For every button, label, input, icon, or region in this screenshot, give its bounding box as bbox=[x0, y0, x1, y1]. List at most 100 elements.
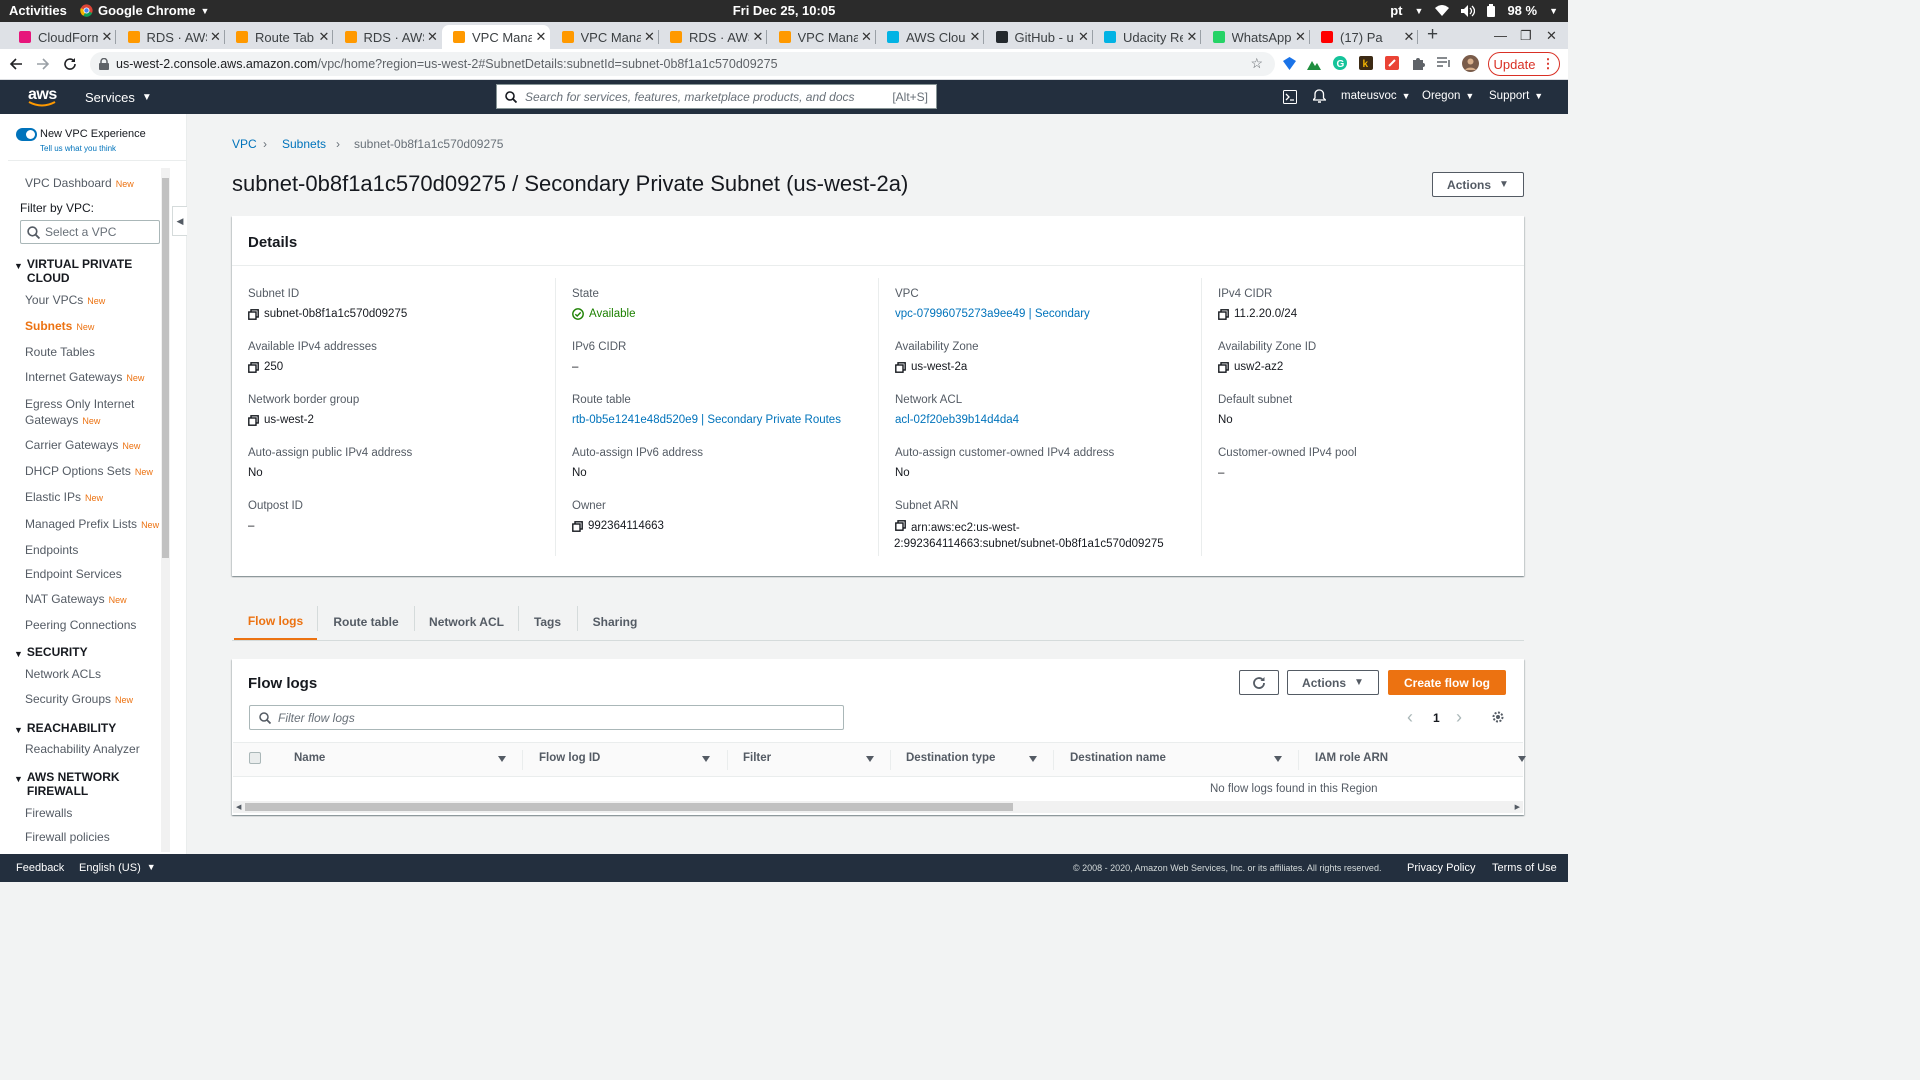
sidebar-item-endpoint-services[interactable]: Endpoint Services bbox=[25, 567, 122, 581]
close-tab-icon[interactable]: ✕ bbox=[424, 29, 442, 45]
gear-icon[interactable] bbox=[1491, 710, 1505, 724]
breadcrumb-vpc[interactable]: VPC bbox=[232, 137, 257, 151]
browser-tab[interactable]: VPC Mana ✕ bbox=[551, 25, 659, 49]
copy-icon[interactable] bbox=[248, 414, 259, 426]
browser-tab[interactable]: AWS Cloud✕ bbox=[876, 25, 984, 49]
grammarly-icon[interactable]: G bbox=[1333, 56, 1347, 70]
next-page-icon[interactable]: › bbox=[1456, 707, 1462, 728]
copy-icon[interactable] bbox=[572, 520, 583, 532]
sidebar-item-endpoints[interactable]: Endpoints bbox=[25, 543, 78, 557]
console-search-input[interactable]: Search for services, features, marketpla… bbox=[496, 84, 937, 109]
section-security[interactable]: ▼ SECURITY bbox=[14, 645, 88, 661]
prev-page-icon[interactable]: ‹ bbox=[1407, 707, 1413, 728]
section-aws-network-firewall[interactable]: ▼ AWS NETWORK FIREWALL bbox=[14, 770, 144, 798]
sidebar-item-route-tables[interactable]: Route Tables bbox=[25, 345, 95, 359]
scroll-left-icon[interactable]: ◀ bbox=[236, 803, 241, 811]
column-header[interactable]: Destination name bbox=[1070, 752, 1166, 764]
profile-avatar[interactable] bbox=[1462, 55, 1479, 72]
services-menu[interactable]: Services ▼ bbox=[85, 90, 152, 105]
feedback-link[interactable]: Tell us what you think bbox=[40, 144, 116, 153]
flow-logs-actions-button[interactable]: Actions ▼ bbox=[1287, 670, 1379, 695]
column-header[interactable]: Name bbox=[294, 752, 325, 764]
actions-button[interactable]: Actions ▼ bbox=[1432, 172, 1524, 197]
close-tab-icon[interactable]: ✕ bbox=[1075, 29, 1093, 45]
sidebar-item-your-vpcs[interactable]: Your VPCs New bbox=[25, 293, 105, 307]
new-tab-button[interactable]: + bbox=[1427, 24, 1438, 46]
reading-list-icon[interactable] bbox=[1437, 57, 1451, 69]
browser-tab[interactable]: GitHub - u ✕ bbox=[985, 25, 1093, 49]
browser-tab[interactable]: VPC Mana ✕ bbox=[768, 25, 876, 49]
browser-tab[interactable]: VPC Mana ✕ bbox=[442, 25, 550, 49]
notifications-bell-icon[interactable] bbox=[1313, 89, 1326, 104]
new-experience-toggle[interactable] bbox=[16, 128, 37, 141]
back-icon[interactable] bbox=[9, 57, 23, 71]
column-header[interactable]: Flow log ID bbox=[539, 752, 600, 764]
privacy-policy-link[interactable]: Privacy Policy bbox=[1407, 862, 1475, 874]
sidebar-item-vpc-dashboard[interactable]: VPC Dashboard New bbox=[25, 176, 134, 190]
close-window-icon[interactable]: ✕ bbox=[1546, 28, 1557, 44]
sort-icon[interactable] bbox=[1029, 756, 1037, 762]
activities-button[interactable]: Activities bbox=[9, 3, 67, 18]
browser-tab[interactable]: RDS · AWS✕ bbox=[334, 25, 442, 49]
browser-tab[interactable]: Route Tab ✕ bbox=[225, 25, 333, 49]
section-reachability[interactable]: ▼ REACHABILITY bbox=[14, 721, 116, 737]
vpc-value[interactable]: vpc-07996075273a9ee49 | Secondary bbox=[895, 308, 1090, 320]
sidebar-item-firewall-policies[interactable]: Firewall policies bbox=[25, 830, 110, 844]
cloudshell-icon[interactable] bbox=[1283, 90, 1297, 104]
tab-route-table[interactable]: Route table bbox=[318, 603, 414, 641]
filter-flow-logs-input[interactable]: Filter flow logs bbox=[249, 705, 844, 730]
browser-tab[interactable]: WhatsApp ✕ bbox=[1202, 25, 1310, 49]
sidebar-item-security-groups[interactable]: Security Groups New bbox=[25, 692, 133, 706]
copy-icon[interactable] bbox=[895, 361, 906, 373]
account-menu[interactable]: mateusvoc ▼ bbox=[1341, 90, 1411, 102]
refresh-button[interactable] bbox=[1239, 670, 1279, 695]
sidenav-scrollbar[interactable] bbox=[161, 168, 170, 852]
copy-icon[interactable] bbox=[1218, 361, 1229, 373]
sidebar-item-subnets[interactable]: Subnets New bbox=[25, 319, 94, 333]
sidebar-item-carrier-gateways[interactable]: Carrier Gateways New bbox=[25, 438, 140, 452]
extension-shield-icon[interactable] bbox=[1283, 57, 1296, 70]
sort-icon[interactable] bbox=[1274, 756, 1282, 762]
url-bar[interactable]: us-west-2.console.aws.amazon.com/vpc/hom… bbox=[90, 52, 1275, 76]
sidebar-item-firewalls[interactable]: Firewalls bbox=[25, 806, 72, 820]
select-all-checkbox[interactable] bbox=[249, 752, 261, 764]
collapse-sidenav-button[interactable]: ◀ bbox=[172, 206, 187, 236]
restore-icon[interactable]: ❐ bbox=[1520, 28, 1532, 44]
copy-icon[interactable] bbox=[248, 308, 259, 320]
browser-tab[interactable]: CloudForm ✕ bbox=[8, 25, 116, 49]
sort-icon[interactable] bbox=[866, 756, 874, 762]
feedback-button[interactable]: Feedback bbox=[16, 862, 64, 874]
minimize-icon[interactable]: — bbox=[1494, 28, 1507, 43]
route-table-value[interactable]: rtb-0b5e1241e48d520e9 | Secondary Privat… bbox=[572, 414, 841, 426]
close-tab-icon[interactable]: ✕ bbox=[532, 29, 550, 45]
language-selector[interactable]: English (US) ▼ bbox=[79, 862, 156, 874]
close-tab-icon[interactable]: ✕ bbox=[749, 29, 767, 45]
update-button[interactable]: Update ⋮ bbox=[1488, 52, 1560, 76]
bookmark-star-icon[interactable]: ☆ bbox=[1250, 55, 1263, 72]
sidebar-item-reachability-analyzer[interactable]: Reachability Analyzer bbox=[25, 742, 140, 756]
nacl-value[interactable]: acl-02f20eb39b14d4da4 bbox=[895, 414, 1019, 426]
page-number[interactable]: 1 bbox=[1433, 711, 1440, 725]
close-tab-icon[interactable]: ✕ bbox=[98, 29, 116, 45]
sidebar-item-peering-connections[interactable]: Peering Connections bbox=[25, 618, 136, 632]
sidebar-item-dhcp-options[interactable]: DHCP Options Sets New bbox=[25, 464, 153, 478]
system-tray[interactable]: pt ▼ 98 % ▼ bbox=[1390, 3, 1558, 18]
close-tab-icon[interactable]: ✕ bbox=[1292, 29, 1310, 45]
close-tab-icon[interactable]: ✕ bbox=[966, 29, 984, 45]
close-tab-icon[interactable]: ✕ bbox=[315, 29, 333, 45]
sort-icon[interactable] bbox=[1518, 756, 1526, 762]
tab-network-acl[interactable]: Network ACL bbox=[415, 603, 518, 641]
close-tab-icon[interactable]: ✕ bbox=[1183, 29, 1201, 45]
section-virtual-private-cloud[interactable]: ▼ VIRTUAL PRIVATE CLOUD bbox=[14, 257, 144, 285]
browser-tab[interactable]: RDS · AWS✕ bbox=[659, 25, 767, 49]
extension-k-icon[interactable]: k bbox=[1359, 56, 1373, 70]
table-horizontal-scrollbar[interactable]: ◀ ▶ bbox=[233, 801, 1523, 813]
sidebar-item-network-acls[interactable]: Network ACLs bbox=[25, 667, 101, 681]
column-header[interactable]: Destination type bbox=[906, 752, 995, 764]
extension-red-icon[interactable] bbox=[1385, 56, 1399, 70]
scroll-right-icon[interactable]: ▶ bbox=[1515, 803, 1520, 811]
sort-icon[interactable] bbox=[702, 756, 710, 762]
column-header[interactable]: Filter bbox=[743, 752, 771, 764]
sidebar-item-managed-prefix-lists[interactable]: Managed Prefix Lists New bbox=[25, 517, 159, 531]
clock[interactable]: Fri Dec 25, 10:05 bbox=[700, 3, 868, 18]
